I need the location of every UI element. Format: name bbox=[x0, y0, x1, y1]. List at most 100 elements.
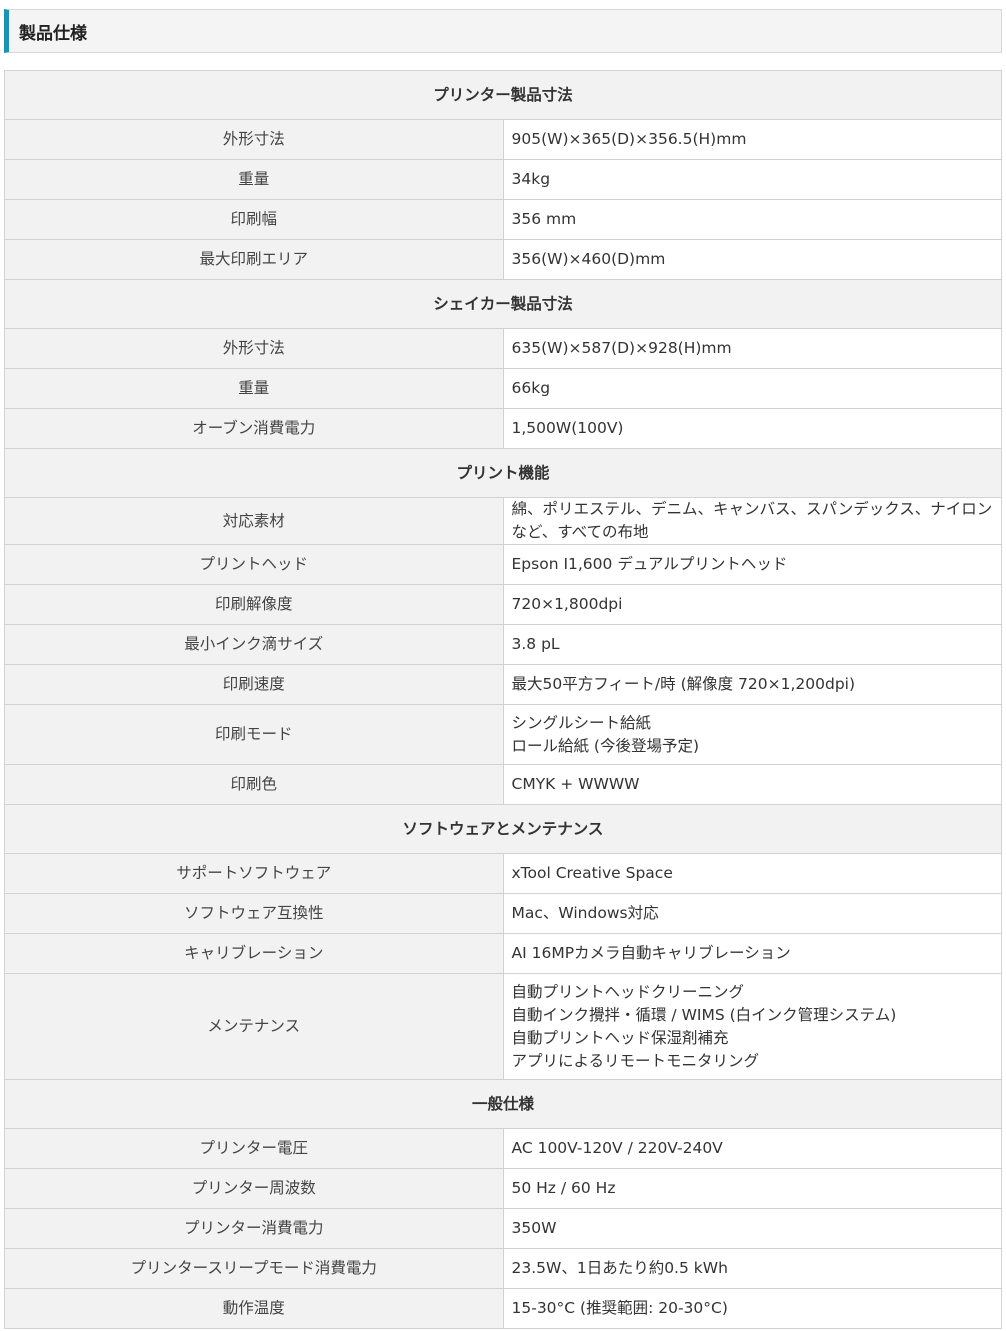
spec-value-line: 自動プリントヘッド保湿剤補充 bbox=[511, 1028, 729, 1047]
spec-value-line: CMYK + WWWW bbox=[511, 775, 640, 793]
spec-label: 最小インク滴サイズ bbox=[4, 624, 504, 665]
spec-value: AC 100V-120V / 220V-240V bbox=[502, 1128, 1002, 1169]
spec-value-line: 905(W)×365(D)×356.5(H)mm bbox=[511, 130, 747, 148]
spec-value: 50 Hz / 60 Hz bbox=[502, 1168, 1002, 1209]
spec-value-line: AI 16MPカメラ自動キャリブレーション bbox=[511, 944, 791, 962]
spec-value: CMYK + WWWW bbox=[502, 764, 1002, 805]
spec-row: 印刷速度 最大50平方フィート/時 (解像度 720×1,200dpi) bbox=[4, 664, 1002, 705]
spec-label: プリンター電圧 bbox=[4, 1128, 504, 1169]
spec-label: 印刷解像度 bbox=[4, 584, 504, 625]
spec-value: Epson I1,600 デュアルプリントヘッド bbox=[502, 544, 1002, 585]
spec-value-line: 綿、ポリエステル、デニム、キャンバス、スパンデックス、ナイロンなど、すべての布地 bbox=[511, 500, 993, 541]
spec-value: xTool Creative Space bbox=[502, 853, 1002, 894]
section-title: シェイカー製品寸法 bbox=[4, 279, 1002, 329]
section-header-row: プリンター製品寸法 bbox=[4, 70, 1002, 120]
spec-label: メンテナンス bbox=[4, 973, 504, 1080]
spec-row: 外形寸法 905(W)×365(D)×356.5(H)mm bbox=[4, 119, 1002, 160]
spec-value-line: 635(W)×587(D)×928(H)mm bbox=[511, 339, 732, 357]
spec-value: 720×1,800dpi bbox=[502, 584, 1002, 625]
section-title: プリント機能 bbox=[4, 448, 1002, 498]
spec-label: 重量 bbox=[4, 159, 504, 200]
spec-label: 印刷幅 bbox=[4, 199, 504, 240]
section-header-row: 一般仕様 bbox=[4, 1079, 1002, 1129]
spec-table-body: プリンター製品寸法 外形寸法 905(W)×365(D)×356.5(H)mm 重量 3… bbox=[4, 70, 1002, 1329]
spec-value-line: AC 100V-120V / 220V-240V bbox=[511, 1139, 723, 1157]
spec-value-line: 15-30°C (推奨範囲: 20-30°C) bbox=[511, 1299, 728, 1317]
spec-label: プリンター消費電力 bbox=[4, 1208, 504, 1249]
spec-value: 350W bbox=[502, 1208, 1002, 1249]
spec-row: 対応素材 綿、ポリエステル、デニム、キャンバス、スパンデックス、ナイロンなど、すべ… bbox=[4, 497, 1002, 545]
spec-label: サポートソフトウェア bbox=[4, 853, 504, 894]
spec-row: オーブン消費電力 1,500W(100V) bbox=[4, 408, 1002, 449]
spec-row: 印刷モード シングルシート給紙ロール給紙 (今後登場予定) bbox=[4, 704, 1002, 765]
spec-row: プリントヘッド Epson I1,600 デュアルプリントヘッド bbox=[4, 544, 1002, 585]
spec-value: 綿、ポリエステル、デニム、キャンバス、スパンデックス、ナイロンなど、すべての布地 bbox=[502, 497, 1002, 545]
spec-label: 外形寸法 bbox=[4, 328, 504, 369]
spec-value: 905(W)×365(D)×356.5(H)mm bbox=[502, 119, 1002, 160]
spec-value-line: 350W bbox=[511, 1219, 557, 1237]
spec-value-line: 356(W)×460(D)mm bbox=[511, 250, 666, 268]
spec-row: 印刷解像度 720×1,800dpi bbox=[4, 584, 1002, 625]
spec-row: プリンター電圧 AC 100V-120V / 220V-240V bbox=[4, 1128, 1002, 1169]
spec-value-line: 自動プリントヘッドクリーニング bbox=[511, 982, 745, 1001]
spec-row: キャリブレーション AI 16MPカメラ自動キャリブレーション bbox=[4, 933, 1002, 974]
spec-value-line: Mac、Windows対応 bbox=[511, 904, 659, 922]
spec-value-line: 3.8 pL bbox=[511, 635, 560, 653]
spec-value-line: 1,500W(100V) bbox=[511, 419, 624, 437]
spec-label: 重量 bbox=[4, 368, 504, 409]
spec-value: 635(W)×587(D)×928(H)mm bbox=[502, 328, 1002, 369]
spec-row: 印刷色 CMYK + WWWW bbox=[4, 764, 1002, 805]
spec-row: 重量 66kg bbox=[4, 368, 1002, 409]
spec-value-line: 最大50平方フィート/時 (解像度 720×1,200dpi) bbox=[511, 675, 856, 693]
spec-value: 1,500W(100V) bbox=[502, 408, 1002, 449]
spec-value-line: アプリによるリモートモニタリング bbox=[511, 1051, 760, 1070]
spec-value-line: xTool Creative Space bbox=[511, 864, 673, 882]
spec-row: サポートソフトウェア xTool Creative Space bbox=[4, 853, 1002, 894]
spec-value: 3.8 pL bbox=[502, 624, 1002, 665]
spec-label: 対応素材 bbox=[4, 497, 504, 545]
spec-value-line: 720×1,800dpi bbox=[511, 595, 623, 613]
spec-row: 最大印刷エリア 356(W)×460(D)mm bbox=[4, 239, 1002, 280]
spec-value: 66kg bbox=[502, 368, 1002, 409]
spec-value-line: 34kg bbox=[511, 170, 551, 188]
spec-label: キャリブレーション bbox=[4, 933, 504, 974]
spec-row: メンテナンス 自動プリントヘッドクリーニング自動インク攪拌・循環 / WIMS (… bbox=[4, 973, 1002, 1080]
spec-value-line: 66kg bbox=[511, 379, 551, 397]
spec-value: 23.5W、1日あたり約0.5 kWh bbox=[502, 1248, 1002, 1289]
spec-value: 15-30°C (推奨範囲: 20-30°C) bbox=[502, 1288, 1002, 1329]
spec-value: Mac、Windows対応 bbox=[502, 893, 1002, 934]
spec-label: プリンター周波数 bbox=[4, 1168, 504, 1209]
spec-label: プリントヘッド bbox=[4, 544, 504, 585]
spec-row: 重量 34kg bbox=[4, 159, 1002, 200]
spec-value: シングルシート給紙ロール給紙 (今後登場予定) bbox=[502, 704, 1002, 765]
spec-table: プリンター製品寸法 外形寸法 905(W)×365(D)×356.5(H)mm 重量 3… bbox=[4, 70, 1002, 1329]
spec-value: 34kg bbox=[502, 159, 1002, 200]
spec-value-line: 356 mm bbox=[511, 210, 577, 228]
spec-label: オーブン消費電力 bbox=[4, 408, 504, 449]
spec-label: 動作温度 bbox=[4, 1288, 504, 1329]
spec-label: 外形寸法 bbox=[4, 119, 504, 160]
spec-row: 動作温度 15-30°C (推奨範囲: 20-30°C) bbox=[4, 1288, 1002, 1329]
spec-value-line: 自動インク攪拌・循環 / WIMS (白インク管理システム) bbox=[511, 1005, 897, 1024]
spec-row: ソフトウェア互換性 Mac、Windows対応 bbox=[4, 893, 1002, 934]
section-header-row: プリント機能 bbox=[4, 448, 1002, 498]
spec-value: 最大50平方フィート/時 (解像度 720×1,200dpi) bbox=[502, 664, 1002, 705]
spec-value-line: 50 Hz / 60 Hz bbox=[511, 1179, 616, 1197]
page-title: 製品仕様 bbox=[19, 23, 87, 44]
spec-label: ソフトウェア互換性 bbox=[4, 893, 504, 934]
spec-value-line: 23.5W、1日あたり約0.5 kWh bbox=[511, 1259, 728, 1277]
spec-label: 印刷速度 bbox=[4, 664, 504, 705]
section-header-row: ソフトウェアとメンテナンス bbox=[4, 804, 1002, 854]
spec-value: 356 mm bbox=[502, 199, 1002, 240]
spec-row: 印刷幅 356 mm bbox=[4, 199, 1002, 240]
spec-title-bar: 製品仕様 bbox=[4, 9, 1002, 53]
spec-value: 356(W)×460(D)mm bbox=[502, 239, 1002, 280]
section-header-row: シェイカー製品寸法 bbox=[4, 279, 1002, 329]
spec-value-line: Epson I1,600 デュアルプリントヘッド bbox=[511, 555, 788, 573]
spec-value-line: ロール給紙 (今後登場予定) bbox=[511, 736, 700, 755]
section-title: ソフトウェアとメンテナンス bbox=[4, 804, 1002, 854]
spec-value-line: シングルシート給紙 bbox=[511, 713, 652, 732]
section-title: 一般仕様 bbox=[4, 1079, 1002, 1129]
spec-label: 印刷色 bbox=[4, 764, 504, 805]
spec-label: 印刷モード bbox=[4, 704, 504, 765]
